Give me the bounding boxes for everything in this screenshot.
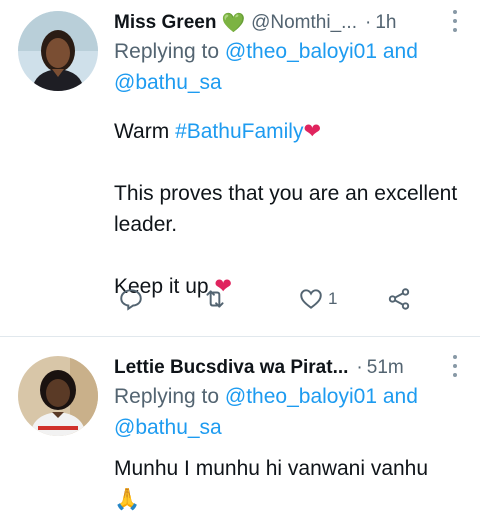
like-button[interactable]: 1 bbox=[298, 286, 337, 312]
hashtag-link[interactable]: #BathuFamily bbox=[175, 120, 303, 143]
user-handle[interactable]: @Nomthi_... bbox=[251, 12, 357, 34]
share-button[interactable] bbox=[386, 286, 412, 312]
like-count: 1 bbox=[328, 289, 338, 308]
mention-and[interactable]: and bbox=[383, 40, 418, 63]
timestamp[interactable]: 51m bbox=[367, 357, 404, 379]
mention-link[interactable]: @bathu_sa bbox=[114, 416, 222, 439]
tweet-header: Lettie Bucsdiva wa Pirat... · 51m bbox=[114, 355, 458, 381]
display-name[interactable]: Miss Green bbox=[114, 12, 216, 34]
retweet-icon bbox=[206, 290, 224, 308]
avatar[interactable] bbox=[18, 11, 98, 91]
more-options-icon[interactable] bbox=[450, 10, 460, 32]
more-options-icon[interactable] bbox=[450, 355, 460, 377]
text-line: This proves that you are an excellent le… bbox=[114, 182, 458, 236]
display-name[interactable]: Lettie Bucsdiva wa Pirat... bbox=[114, 357, 348, 379]
avatar[interactable] bbox=[18, 356, 98, 436]
reply-icon bbox=[120, 289, 142, 311]
tweet-text: Warm #BathuFamily❤ This proves that you … bbox=[114, 116, 458, 302]
tweet[interactable]: Lettie Bucsdiva wa Pirat... · 51m Replyi… bbox=[0, 337, 480, 517]
text-line: Munhu I munhu hi vanwani vanhu bbox=[114, 457, 429, 480]
like-icon bbox=[300, 289, 322, 309]
tweet[interactable]: Miss Green 💚 @Nomthi_... · 1h Replying t… bbox=[0, 0, 480, 337]
timestamp[interactable]: 1h bbox=[375, 12, 396, 34]
mention-and[interactable]: and bbox=[383, 385, 418, 408]
red-heart-emoji: ❤ bbox=[303, 120, 322, 143]
retweet-button[interactable] bbox=[202, 286, 228, 312]
replying-to: Replying to @theo_baloyi01 and @bathu_sa bbox=[114, 36, 458, 98]
tweet-actions: 1 bbox=[114, 286, 414, 316]
tweet-text: Munhu I munhu hi vanwani vanhu 🙏 bbox=[114, 453, 458, 515]
green-heart-emoji: 💚 bbox=[221, 13, 246, 34]
share-icon bbox=[388, 288, 410, 310]
text-line: Warm bbox=[114, 120, 170, 143]
replying-label: Replying to bbox=[114, 40, 220, 63]
tweet-content: Miss Green 💚 @Nomthi_... · 1h Replying t… bbox=[114, 10, 458, 302]
pray-emoji: 🙏 bbox=[114, 488, 141, 511]
mention-link[interactable]: @theo_baloyi01 bbox=[225, 40, 377, 63]
tweet-header: Miss Green 💚 @Nomthi_... · 1h bbox=[114, 10, 458, 36]
mention-link[interactable]: @bathu_sa bbox=[114, 71, 222, 94]
reply-button[interactable] bbox=[118, 286, 144, 312]
separator: · bbox=[356, 357, 363, 378]
separator: · bbox=[364, 12, 372, 33]
tweet-content: Lettie Bucsdiva wa Pirat... · 51m Replyi… bbox=[114, 355, 458, 515]
replying-label: Replying to bbox=[114, 385, 220, 408]
replying-to: Replying to @theo_baloyi01 and @bathu_sa bbox=[114, 381, 458, 443]
mention-link[interactable]: @theo_baloyi01 bbox=[225, 385, 377, 408]
